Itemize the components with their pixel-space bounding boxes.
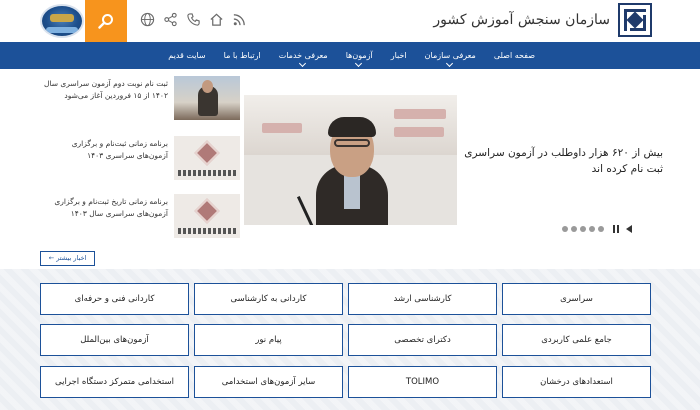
- emblem-logo[interactable]: [40, 4, 84, 38]
- exam-link-button[interactable]: دکترای تخصصی: [348, 324, 497, 356]
- exam-link-button[interactable]: استعدادهای درخشان: [502, 366, 651, 398]
- exam-link-button[interactable]: کاردانی فنی و حرفه‌ای: [40, 283, 189, 315]
- slider-dot[interactable]: [571, 226, 577, 232]
- exam-link-button[interactable]: سراسری: [502, 283, 651, 315]
- pause-icon[interactable]: [613, 225, 619, 233]
- nav-item-exams[interactable]: آزمون‌ها: [337, 42, 382, 69]
- nav-item-home[interactable]: صفحه اصلی: [485, 42, 544, 69]
- slider-dot[interactable]: [562, 226, 568, 232]
- share-icon[interactable]: [163, 12, 179, 28]
- news-thumbnail[interactable]: [174, 136, 240, 180]
- news-thumbnail[interactable]: [174, 194, 240, 238]
- search-icon: [98, 14, 113, 29]
- main-nav: صفحه اصلی معرفی سازمان اخبار آزمون‌ها مع…: [0, 42, 700, 69]
- list-item[interactable]: ثبت نام نوبت دوم آزمون سراسری سال ۱۴۰۲ ا…: [40, 76, 240, 126]
- slider-dots: [562, 226, 604, 232]
- exam-link-button[interactable]: TOLIMO: [348, 366, 497, 398]
- exam-links-section: سراسری کارشناسی ارشد کاردانی به کارشناسی…: [0, 269, 700, 410]
- nav-item-contact[interactable]: ارتباط با ما: [215, 42, 270, 69]
- nav-item-old-site[interactable]: سایت قدیم: [159, 42, 214, 69]
- nav-item-about[interactable]: معرفی سازمان: [416, 42, 485, 69]
- brand-logo: [618, 3, 652, 37]
- slider-dot[interactable]: [598, 226, 604, 232]
- prev-slide-icon[interactable]: [626, 225, 632, 233]
- exam-link-button[interactable]: پیام نور: [194, 324, 343, 356]
- featured-news-image[interactable]: [244, 95, 457, 225]
- exam-link-button[interactable]: کارشناسی ارشد: [348, 283, 497, 315]
- news-title[interactable]: برنامه زمانی ثبت‌نام و برگزاری آزمون‌های…: [40, 138, 168, 162]
- news-thumbnail[interactable]: [174, 76, 240, 120]
- chevron-down-icon: [299, 59, 307, 68]
- brand[interactable]: سازمان سنجش آموزش کشور: [433, 2, 652, 38]
- home-icon[interactable]: [209, 12, 225, 28]
- header-icon-bar: [140, 12, 248, 28]
- slider-dot[interactable]: [580, 226, 586, 232]
- list-item[interactable]: برنامه زمانی تاریخ ثبت‌نام و برگزاری آزم…: [40, 194, 240, 244]
- search-button[interactable]: [85, 0, 127, 42]
- exam-link-button[interactable]: جامع علمی کاربردی: [502, 324, 651, 356]
- brand-name: سازمان سنجش آموزش کشور: [433, 12, 610, 28]
- featured-news-headline[interactable]: بیش از ۶۲۰ هزار داوطلب در آزمون سراسری ث…: [463, 145, 663, 177]
- exam-link-button[interactable]: سایر آزمون‌های استخدامی: [194, 366, 343, 398]
- exam-link-button[interactable]: استخدامی متمرکز دستگاه اجرایی: [40, 366, 189, 398]
- nav-item-news[interactable]: اخبار: [382, 42, 416, 69]
- rss-icon[interactable]: [232, 12, 248, 28]
- site-header: سازمان سنجش آموزش کشور: [0, 0, 700, 42]
- slider-controls: [562, 224, 632, 234]
- phone-icon[interactable]: [186, 12, 202, 28]
- nav-item-services[interactable]: معرفی خدمات: [270, 42, 337, 69]
- nav-list: صفحه اصلی معرفی سازمان اخبار آزمون‌ها مع…: [159, 42, 544, 69]
- list-item[interactable]: برنامه زمانی ثبت‌نام و برگزاری آزمون‌های…: [40, 136, 240, 186]
- chevron-down-icon: [446, 59, 454, 68]
- globe-icon[interactable]: [140, 12, 156, 28]
- exam-link-button[interactable]: کاردانی به کارشناسی: [194, 283, 343, 315]
- slider-dot[interactable]: [589, 226, 595, 232]
- more-news-button[interactable]: اخبار بیشتر ←: [40, 251, 95, 266]
- chevron-down-icon: [355, 59, 363, 68]
- news-title[interactable]: برنامه زمانی تاریخ ثبت‌نام و برگزاری آزم…: [40, 196, 168, 220]
- news-title[interactable]: ثبت نام نوبت دوم آزمون سراسری سال ۱۴۰۲ ا…: [40, 78, 168, 102]
- exam-link-button[interactable]: آزمون‌های بین‌الملل: [40, 324, 189, 356]
